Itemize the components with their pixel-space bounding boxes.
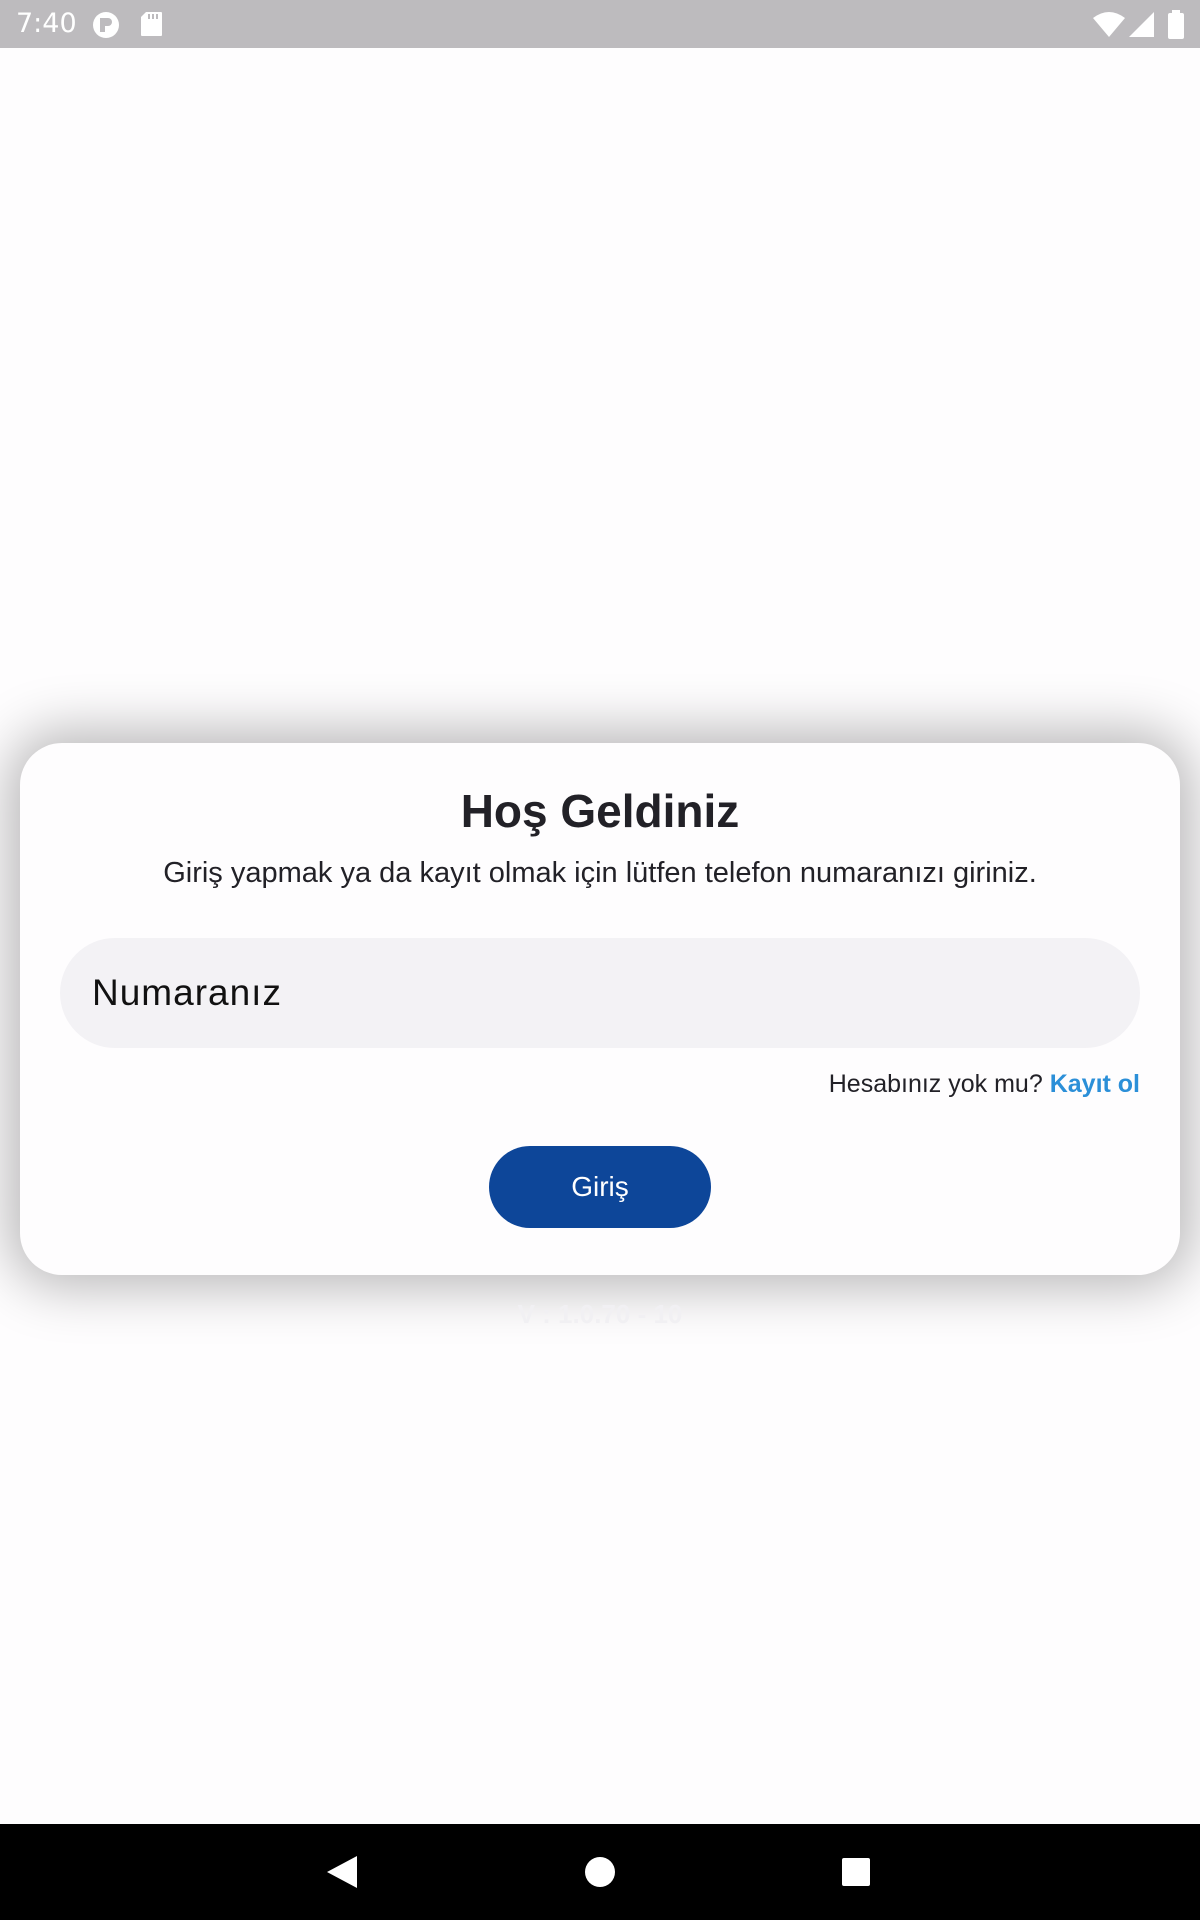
sd-card-icon	[140, 10, 164, 43]
signup-prompt: Hesabınız yok mu?	[828, 1070, 1043, 1098]
login-button[interactable]: Giriş	[489, 1146, 711, 1228]
battery-icon	[1167, 10, 1185, 45]
recents-icon	[842, 1858, 870, 1886]
wifi-icon	[1092, 10, 1126, 43]
back-icon	[327, 1856, 357, 1888]
status-time: 7:40	[16, 8, 77, 39]
cell-signal-icon	[1128, 10, 1156, 43]
login-instructions: Giriş yapmak ya da kayıt olmak için lütf…	[163, 857, 1037, 889]
signup-row: Hesabınız yok mu? Kayıt ol	[829, 1068, 1140, 1100]
login-card: Hoş Geldiniz Giriş yapmak ya da kayıt ol…	[20, 743, 1180, 1275]
home-button[interactable]	[552, 1824, 648, 1920]
status-bar: 7:40	[0, 0, 1200, 48]
phone-number-input[interactable]	[60, 938, 1140, 1048]
home-icon	[585, 1857, 615, 1887]
login-screen: Hoş Geldiniz Giriş yapmak ya da kayıt ol…	[0, 48, 1200, 1824]
app-version: V : 1.0.70 - 10	[517, 1299, 683, 1329]
page-title: Hoş Geldiniz	[460, 785, 740, 837]
recents-button[interactable]	[808, 1824, 904, 1920]
signup-link[interactable]: Kayıt ol	[1050, 1070, 1140, 1098]
back-button[interactable]	[294, 1824, 390, 1920]
app-notification-icon	[91, 10, 121, 45]
navigation-bar	[0, 1824, 1200, 1920]
phone-field[interactable]	[60, 938, 1140, 1048]
